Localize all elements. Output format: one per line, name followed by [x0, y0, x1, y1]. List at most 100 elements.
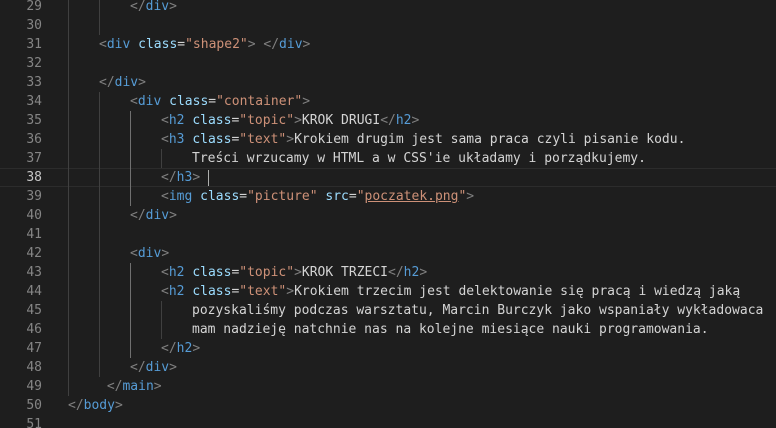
code-line[interactable]: 50 </body> — [0, 396, 776, 415]
code-token-str: "topic" — [239, 265, 295, 280]
indent-guide — [99, 16, 100, 35]
code-line[interactable]: 42 <div> — [0, 244, 776, 263]
code-token-tag: div — [137, 246, 162, 261]
code-token-str: "topic" — [239, 113, 295, 128]
code-line[interactable]: 34 <div class="container"> — [0, 92, 776, 111]
code-editor[interactable]: 29 </div> 30 31 <div class="shape2"> </div> 3… — [0, 0, 776, 428]
code-token-punct: > — [294, 113, 302, 128]
code-token-punct: > — [302, 37, 311, 52]
line-number: 50 — [26, 398, 42, 413]
code-token-tag: div — [145, 208, 170, 223]
code-token-text: Krokiem trzecim jest delektowanie się pr… — [294, 284, 741, 299]
code-token-punct: < — [130, 246, 138, 261]
code-token-punct: </ — [161, 341, 177, 356]
code-content: </div> — [130, 0, 177, 16]
code-line[interactable]: 30 — [0, 16, 776, 35]
indent-guide — [68, 130, 69, 149]
indent-guide — [99, 339, 100, 358]
code-line[interactable]: 39 <img class="picture" src="poczatek.png… — [0, 187, 776, 206]
code-content: </h3> — [161, 168, 209, 187]
line-number: 43 — [26, 265, 42, 280]
code-token-punct: > — [302, 94, 311, 109]
line-number: 34 — [26, 94, 42, 109]
code-line[interactable]: 29 </div> — [0, 0, 776, 16]
code-token-tag: div — [279, 37, 303, 52]
code-token-punct: < — [99, 37, 107, 52]
indent-guide — [68, 168, 69, 187]
line-number: 46 — [26, 322, 42, 337]
indent-guide — [99, 320, 100, 339]
indent-guide — [161, 320, 162, 339]
code-token-punct: </ — [130, 0, 146, 14]
code-token-tag: div — [145, 0, 170, 14]
code-token-attr: class — [169, 94, 209, 109]
line-number: 37 — [26, 151, 42, 166]
code-line[interactable]: 37 Treści wrzucamy w HTML a w CSS'ie ukła… — [0, 149, 776, 168]
code-token-link: poczatek.png — [364, 189, 459, 204]
code-line[interactable]: 41 — [0, 225, 776, 244]
code-token-punct: > — [169, 0, 177, 14]
indent-guide — [68, 339, 69, 358]
code-token-text: KROK TRZECI — [301, 265, 388, 280]
code-line[interactable]: 35 <h2 class="topic">KROK DRUGI</h2> — [0, 111, 776, 130]
code-token-tag: h2 — [168, 265, 185, 280]
line-number: 51 — [26, 417, 42, 428]
code-content: </div> — [130, 358, 177, 377]
code-line[interactable]: 51 — [0, 415, 776, 428]
line-number: 30 — [26, 18, 42, 33]
indent-guide — [68, 358, 69, 377]
line-number: 42 — [26, 246, 42, 261]
code-line[interactable]: 43 <h2 class="topic">KROK TRZECI</h2> — [0, 263, 776, 282]
indent-guide — [68, 187, 69, 206]
code-line[interactable]: 44 <h2 class="text">Krokiem trzecim jest … — [0, 282, 776, 301]
indent-guide — [99, 111, 100, 130]
indent-guide — [99, 206, 100, 225]
code-token-punct: > — [169, 208, 177, 223]
indent-guide — [130, 130, 131, 149]
code-token-punct: < — [161, 189, 169, 204]
indent-guide — [161, 149, 162, 168]
indent-guide — [99, 0, 100, 16]
code-token-text: = — [348, 189, 357, 204]
code-line[interactable]: 33 </div> — [0, 73, 776, 92]
code-line[interactable]: 32 — [0, 54, 776, 73]
code-token-punct: > — [466, 189, 475, 204]
indent-guide — [68, 111, 69, 130]
indent-guide — [68, 16, 69, 35]
line-number: 36 — [26, 132, 42, 147]
line-number: 45 — [26, 303, 42, 318]
code-line[interactable]: 31 <div class="shape2"> </div> — [0, 35, 776, 54]
code-line[interactable]: 46 mam nadzieję natchnie nas na kolejne m… — [0, 320, 776, 339]
code-line[interactable]: 49 </main> — [0, 377, 776, 396]
indent-guide — [99, 358, 100, 377]
code-line[interactable]: 45 pozyskaliśmy podczas warsztatu, Marcin… — [0, 301, 776, 320]
code-content: </body> — [68, 396, 123, 415]
code-token-punct: </ — [130, 360, 146, 375]
indent-guide — [130, 320, 131, 339]
code-token-punct: > — [286, 132, 295, 147]
code-token-punct: > — [419, 265, 428, 280]
indent-guide — [130, 168, 131, 187]
code-line[interactable]: 48 </div> — [0, 358, 776, 377]
code-token-tag: h3 — [176, 170, 193, 185]
code-token-tag: body — [83, 398, 115, 413]
code-content: <div class="shape2"> </div> — [99, 35, 310, 54]
code-token-tag: div — [106, 37, 131, 52]
code-token-str: "shape2" — [185, 37, 248, 52]
indent-guide — [130, 111, 131, 130]
code-content: <img class="picture" src="poczatek.png"> — [161, 187, 474, 206]
code-token-tag: h3 — [168, 132, 185, 147]
indent-guide — [68, 0, 69, 16]
code-line[interactable]: 36 <h3 class="text">Krokiem drugim jest s… — [0, 130, 776, 149]
code-line[interactable]: 40 </div> — [0, 206, 776, 225]
code-token-attr: class — [192, 284, 232, 299]
code-line[interactable]: 47 </h2> — [0, 339, 776, 358]
code-token-tag: div — [114, 75, 139, 90]
code-token-tag: h2 — [168, 113, 185, 128]
code-token-tag: div — [145, 360, 170, 375]
indent-guide — [68, 244, 69, 263]
code-line[interactable]: 38 </h3> — [0, 168, 776, 187]
code-token-punct: < — [130, 94, 138, 109]
code-token-punct: </ — [380, 113, 396, 128]
